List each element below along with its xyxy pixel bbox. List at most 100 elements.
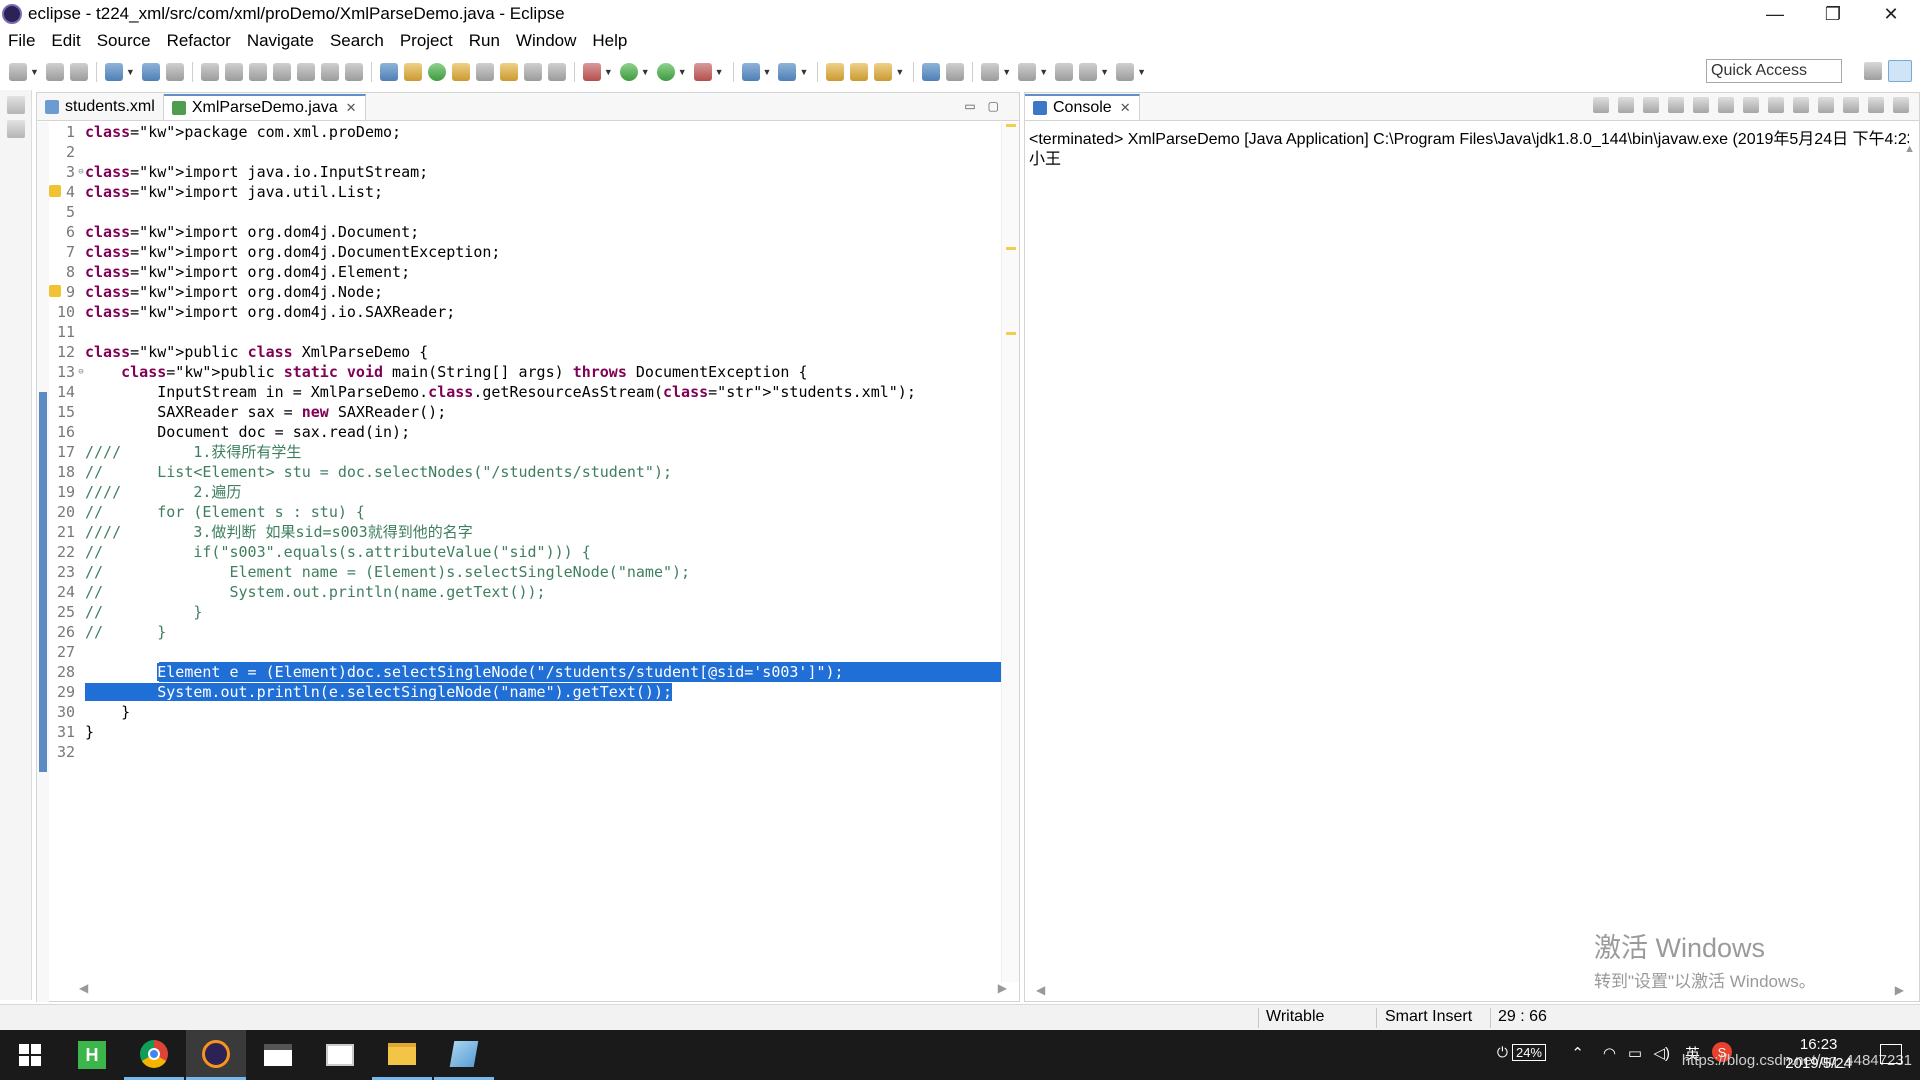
battery-indicator[interactable]: ⏻ 24% xyxy=(1497,1044,1546,1061)
block-select-icon[interactable] xyxy=(499,63,518,81)
code-line[interactable]: 24 // System.out.println(name.getText()); xyxy=(49,582,1009,602)
pin-icon[interactable] xyxy=(946,63,965,81)
new-class-icon[interactable] xyxy=(778,63,797,81)
show-stderr-icon[interactable] xyxy=(1768,97,1784,113)
scroll-right-icon[interactable]: ▶ xyxy=(1895,983,1904,999)
code-line[interactable]: 18 // List<Element> stu = doc.selectNodes… xyxy=(49,462,1009,482)
open-console-icon[interactable] xyxy=(1843,97,1859,113)
code-line[interactable]: 25 // } xyxy=(49,602,1009,622)
open-task-icon[interactable] xyxy=(850,63,869,81)
open-perspective-icon[interactable] xyxy=(1864,62,1882,80)
taskbar-chrome[interactable] xyxy=(124,1030,184,1080)
coverage-dropdown-icon[interactable]: ▼ xyxy=(678,67,687,77)
new-icon[interactable] xyxy=(9,63,27,81)
code-line[interactable]: 16 Document doc = sax.read(in); xyxy=(49,422,1009,442)
external-tools-dropdown-icon[interactable]: ▼ xyxy=(715,67,724,77)
code-line[interactable]: 31} xyxy=(49,722,1009,742)
new-dropdown-icon[interactable]: ▼ xyxy=(30,67,39,77)
warning-icon[interactable] xyxy=(49,285,61,297)
tab-console[interactable]: Console ✕ xyxy=(1025,94,1140,120)
skip-breakpoints-icon[interactable] xyxy=(165,63,184,81)
run-dropdown-icon[interactable]: ▼ xyxy=(641,67,650,77)
menu-refactor[interactable]: Refactor xyxy=(159,31,239,51)
menu-project[interactable]: Project xyxy=(392,31,461,51)
prev-annotation-icon[interactable] xyxy=(1018,63,1037,81)
code-line[interactable]: 30 } xyxy=(49,702,1009,722)
maximize-icon[interactable] xyxy=(1893,97,1909,113)
link-icon[interactable] xyxy=(427,63,446,81)
forward-icon[interactable] xyxy=(1116,63,1135,81)
code-line[interactable]: 12 class="kw">public class XmlParseDemo { xyxy=(49,342,1009,362)
code-line[interactable]: 21 //// 3.做判断 如果sid=s003就得到他的名字 xyxy=(49,522,1009,542)
chevron-up-icon[interactable]: ⌃ xyxy=(1571,1044,1584,1062)
code-line[interactable]: 2 xyxy=(49,142,1009,162)
word-wrap-icon[interactable] xyxy=(475,63,494,81)
scroll-lock-icon[interactable] xyxy=(1693,97,1709,113)
pin-console-icon[interactable] xyxy=(1793,97,1809,113)
code-line[interactable]: 11 xyxy=(49,322,1009,342)
restore-view-icon[interactable] xyxy=(7,96,25,114)
code-line[interactable]: 6 class="kw">import org.dom4j.Document; xyxy=(49,222,1009,242)
package-explorer-icon[interactable] xyxy=(7,120,25,138)
clear-console-icon[interactable] xyxy=(1668,97,1684,113)
network-icon[interactable]: ▭ xyxy=(1628,1044,1642,1062)
code-area[interactable]: 1 class="kw">package com.xml.proDemo; 2 3 ⊖ c… xyxy=(49,122,1009,982)
new-class-dropdown-icon[interactable]: ▼ xyxy=(799,67,808,77)
show-whitespace-icon[interactable] xyxy=(523,63,542,81)
terminal-icon[interactable] xyxy=(141,63,160,81)
code-line[interactable]: 26 // } xyxy=(49,622,1009,642)
code-line[interactable]: 22 // if("s003".equals(s.attributeValue("… xyxy=(49,542,1009,562)
code-line[interactable]: 5 xyxy=(49,202,1009,222)
warning-icon[interactable] xyxy=(49,185,61,197)
overview-ruler[interactable] xyxy=(1001,122,1019,982)
restore-button[interactable]: ❐ xyxy=(1804,0,1862,28)
code-line[interactable]: 9 class="kw">import org.dom4j.Node; xyxy=(49,282,1009,302)
code-line[interactable]: 17 //// 1.获得所有学生 xyxy=(49,442,1009,462)
code-line[interactable]: 7 class="kw">import org.dom4j.DocumentExc… xyxy=(49,242,1009,262)
remove-launch-icon[interactable] xyxy=(1618,97,1634,113)
editor-view-controls[interactable]: ▭▢ xyxy=(964,99,1011,113)
menu-help[interactable]: Help xyxy=(584,31,635,51)
pilcrow-icon[interactable] xyxy=(547,63,566,81)
code-line[interactable]: 14 InputStream in = XmlParseDemo.class.g… xyxy=(49,382,1009,402)
run-icon[interactable] xyxy=(619,63,638,81)
menu-file[interactable]: File xyxy=(0,31,43,51)
new-java-project-icon[interactable] xyxy=(741,63,760,81)
code-line[interactable]: 4 class="kw">import java.util.List; xyxy=(49,182,1009,202)
code-line[interactable]: 13 ⊖ class="kw">public static void main(S… xyxy=(49,362,1009,382)
step-into-icon[interactable] xyxy=(296,63,315,81)
fold-toggle-icon[interactable]: ⊖ xyxy=(77,362,85,382)
coverage-icon[interactable] xyxy=(656,63,675,81)
menu-edit[interactable]: Edit xyxy=(43,31,88,51)
insert-mode-status[interactable]: Smart Insert xyxy=(1385,1008,1472,1026)
show-stdout-icon[interactable] xyxy=(1743,97,1759,113)
taskbar-clock[interactable]: 16:23 2019/5/24 xyxy=(1785,1035,1852,1073)
new-java-dropdown-icon[interactable]: ▼ xyxy=(763,67,772,77)
code-line[interactable]: 19 //// 2.遍历 xyxy=(49,482,1009,502)
code-line[interactable]: 10 class="kw">import org.dom4j.io.SAXRead… xyxy=(49,302,1009,322)
disconnect-icon[interactable] xyxy=(272,63,291,81)
code-line[interactable]: 28 Element e = (Element)doc.selectSingle… xyxy=(49,662,1009,682)
globe-icon[interactable] xyxy=(922,63,941,81)
prev-annotation-dropdown-icon[interactable]: ▼ xyxy=(1039,67,1048,77)
save-icon[interactable] xyxy=(45,63,64,81)
wifi-icon[interactable]: ◠ xyxy=(1603,1044,1616,1062)
terminate-icon[interactable] xyxy=(1593,97,1609,113)
step-over-icon[interactable] xyxy=(320,63,339,81)
warning-marker[interactable] xyxy=(1006,247,1016,250)
taskbar-eclipse[interactable] xyxy=(186,1030,246,1080)
taskbar-file-explorer[interactable] xyxy=(372,1030,432,1080)
tab-students-xml[interactable]: students.xml xyxy=(37,94,164,120)
scroll-left-icon[interactable]: ◀ xyxy=(79,981,88,997)
menu-navigate[interactable]: Navigate xyxy=(239,31,322,51)
word-wrap-icon[interactable] xyxy=(1718,97,1734,113)
display-console-icon[interactable] xyxy=(1818,97,1834,113)
close-icon[interactable]: ✕ xyxy=(1120,100,1131,116)
code-line[interactable]: 23 // Element name = (Element)s.selectSin… xyxy=(49,562,1009,582)
taskbar-photos[interactable] xyxy=(310,1030,370,1080)
scroll-left-icon[interactable]: ◀ xyxy=(1036,983,1045,999)
editor-horizontal-scrollbar[interactable]: ◀ ▶ xyxy=(73,981,1013,997)
code-line[interactable]: 27 xyxy=(49,642,1009,662)
warning-marker[interactable] xyxy=(1006,332,1016,335)
build-icon[interactable] xyxy=(379,63,398,81)
